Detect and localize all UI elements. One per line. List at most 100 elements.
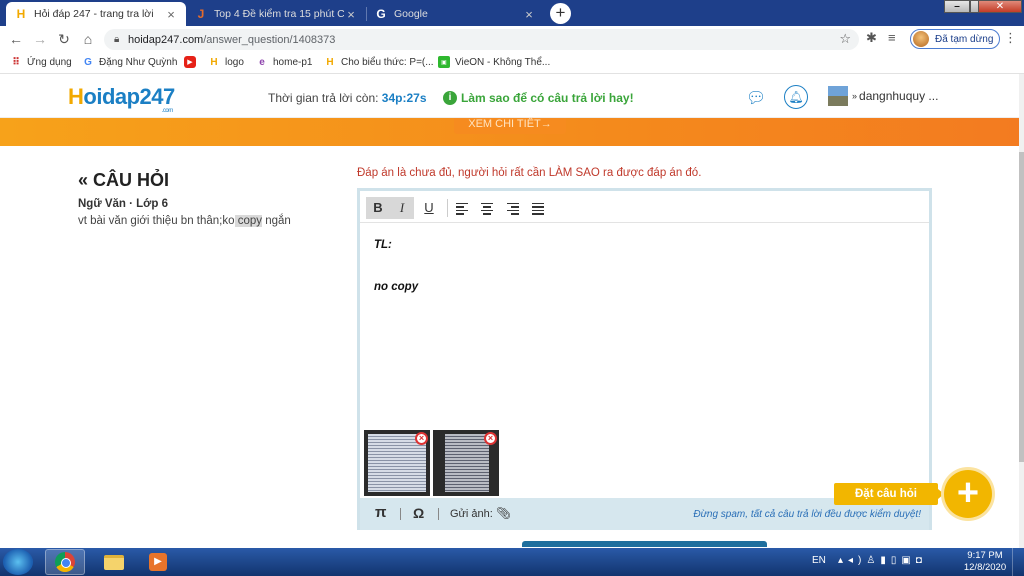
question-title: CÂU HỎI xyxy=(93,170,170,190)
close-icon[interactable]: × xyxy=(522,7,536,22)
align-right-icon xyxy=(507,201,519,217)
justify-icon xyxy=(532,201,544,217)
good-answer-tip-link[interactable]: i Làm sao để có câu trả lời hay! xyxy=(443,91,634,105)
underline-button[interactable]: U xyxy=(417,197,441,219)
ask-question-label[interactable]: Đặt câu hỏi xyxy=(834,483,944,505)
taskbar-media[interactable]: ▶ xyxy=(138,549,178,575)
new-tab-button[interactable]: + xyxy=(550,3,571,24)
chat-icon[interactable]: 💬︎ xyxy=(746,88,766,108)
align-center-icon xyxy=(481,201,493,217)
tab-title: Hỏi đáp 247 - trang tra lời xyxy=(34,8,154,20)
footer-divider xyxy=(400,508,401,520)
spam-note: Đừng spam, tất cả câu trả lời đều được k… xyxy=(693,509,921,520)
url-path: /answer_question/1408373 xyxy=(203,33,336,46)
url-host: hoidap247.com xyxy=(128,33,204,46)
tab-google[interactable]: G Google × xyxy=(366,2,544,26)
site-logo[interactable]: Hoidap247 .com xyxy=(68,84,175,114)
question-subject: Ngữ Văn · Lớp 6 xyxy=(78,198,168,210)
address-bar[interactable]: 🔒︎ hoidap247.com/answer_question/1408373… xyxy=(104,29,859,50)
back-arrow-icon[interactable]: ← xyxy=(4,31,28,47)
highlighted-text: copy xyxy=(234,215,263,227)
paperclip-icon[interactable]: 📎︎ xyxy=(496,506,511,520)
symbol-omega-button[interactable]: Ω xyxy=(413,505,424,521)
user-menu[interactable]: » dangnhuquy ... xyxy=(828,86,938,106)
align-right-button[interactable] xyxy=(501,197,525,219)
media-control-icon[interactable]: ≡ xyxy=(888,30,896,45)
answer-line: TL: xyxy=(374,239,392,251)
google-favicon-icon: G xyxy=(376,7,386,21)
site-header: Hoidap247 .com Thời gian trả lời còn: 34… xyxy=(0,74,1019,118)
attached-image[interactable]: × xyxy=(433,430,499,496)
more-menu-icon[interactable]: ⋮ xyxy=(1004,30,1017,46)
clock-date: 12/8/2020 xyxy=(963,562,1007,573)
view-details-button[interactable]: XEM CHI TIẾT→ xyxy=(454,118,566,134)
show-desktop-button[interactable] xyxy=(1012,548,1024,576)
align-center-button[interactable] xyxy=(475,197,499,219)
chrome-icon xyxy=(55,552,75,572)
bookmark-label: Cho biểu thức: P=(... xyxy=(341,56,434,68)
handwritten-page-image xyxy=(445,434,489,492)
taskbar: ▶ EN ▴◂)♙▮▯▣◘ 9:17 PM 12/8/2020 xyxy=(0,548,1024,576)
apps-grid-icon: ⠿ xyxy=(12,56,20,68)
promo-banner: XEM CHI TIẾT→ xyxy=(0,118,1019,146)
chevron-down-icon: » xyxy=(852,91,858,101)
answer-line: no copy xyxy=(374,281,419,293)
page-scrollbar[interactable] xyxy=(1019,74,1024,548)
bookmark-youtube[interactable]: ▶ xyxy=(184,56,201,68)
answer-editor[interactable]: B I U TL: no copy × × π Ω Gửi ảnh: 📎︎ Đừ… xyxy=(357,188,932,530)
language-indicator[interactable]: EN xyxy=(812,555,826,566)
footer-divider xyxy=(438,508,439,520)
timer-label: Thời gian trả lời còn: xyxy=(268,91,379,105)
bookmark-apps[interactable]: ⠿ Ứng dụng xyxy=(10,56,72,68)
bookmark-logo[interactable]: H logo xyxy=(208,56,244,68)
logo-initial: H xyxy=(68,84,84,109)
bookmark-cho-bieu-thuc[interactable]: H Cho biểu thức: P=(... xyxy=(324,56,434,68)
minimize-button[interactable]: – xyxy=(944,0,970,13)
remove-image-icon[interactable]: × xyxy=(415,432,428,445)
window-close-button[interactable]: ✕ xyxy=(978,0,1022,13)
tray-icons[interactable]: ▴◂)♙▮▯▣◘ xyxy=(838,555,927,566)
extensions-puzzle-icon[interactable]: ✱ xyxy=(866,30,877,46)
reload-icon[interactable]: ↻ xyxy=(52,31,76,48)
attached-image[interactable]: × xyxy=(364,430,430,496)
bookmark-label: logo xyxy=(225,56,244,68)
bold-button[interactable]: B xyxy=(366,197,390,219)
bookmark-label: VieON - Không Thể... xyxy=(455,56,551,68)
tab-hoidap[interactable]: H Hỏi đáp 247 - trang tra lời × xyxy=(6,2,186,26)
profile-paused-button[interactable]: Đã tạm dừng xyxy=(910,29,1001,49)
hoidap-favicon-icon: H xyxy=(16,7,26,21)
ask-question-plus-button[interactable]: + xyxy=(944,470,992,518)
remove-image-icon[interactable]: × xyxy=(484,432,497,445)
e-logo-icon: e xyxy=(259,56,265,68)
scrollbar-thumb[interactable] xyxy=(1019,152,1024,462)
close-icon[interactable]: × xyxy=(344,7,358,22)
bookmark-home-p1[interactable]: e home-p1 xyxy=(256,56,312,68)
youtube-icon: ▶ xyxy=(184,56,196,68)
bookmarks-bar: ⠿ Ứng dụng G Đặng Như Quỳnh ▶ H logo e h… xyxy=(0,52,1024,74)
vieon-icon: ▣ xyxy=(438,56,450,68)
double-chevron-left-icon[interactable]: « xyxy=(78,170,88,190)
lock-icon: 🔒︎ xyxy=(114,34,120,45)
system-clock[interactable]: 9:17 PM 12/8/2020 xyxy=(962,550,1008,574)
submit-answer-button[interactable] xyxy=(522,541,767,547)
tab-de-kiem-tra[interactable]: J Top 4 Đề kiểm tra 15 phút Công × xyxy=(186,2,366,26)
bookmark-dang-nhu-quynh[interactable]: G Đặng Như Quỳnh xyxy=(82,56,177,68)
bookmark-star-icon[interactable]: ☆ xyxy=(839,31,851,47)
bell-icon[interactable]: 🔔︎ xyxy=(784,85,808,109)
taskbar-explorer[interactable] xyxy=(94,549,134,575)
avatar xyxy=(828,86,848,106)
close-icon[interactable]: × xyxy=(164,7,178,22)
taskbar-chrome[interactable] xyxy=(45,549,85,575)
align-left-button[interactable] xyxy=(450,197,474,219)
answer-warning: Đáp án là chưa đủ, người hỏi rất cần LÀM… xyxy=(357,167,702,179)
question-heading: « CÂU HỎI xyxy=(78,170,169,191)
start-button[interactable] xyxy=(3,549,33,575)
math-pi-button[interactable]: π xyxy=(375,504,386,521)
justify-button[interactable] xyxy=(526,197,550,219)
answer-timer: Thời gian trả lời còn: 34p:27s xyxy=(268,91,427,105)
home-icon[interactable]: ⌂ xyxy=(76,31,100,47)
bookmark-label: home-p1 xyxy=(273,56,313,68)
forward-arrow-icon[interactable]: → xyxy=(28,31,52,47)
bookmark-vieon[interactable]: ▣ VieON - Không Thể... xyxy=(438,56,550,68)
italic-button[interactable]: I xyxy=(390,197,414,219)
